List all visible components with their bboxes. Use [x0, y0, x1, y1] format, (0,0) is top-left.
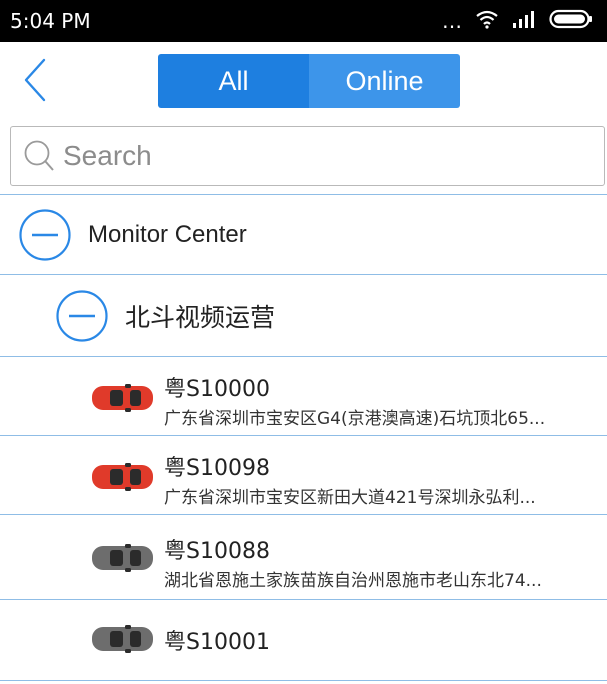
vehicle-address: 广东省深圳市宝安区G4(京港澳高速)石坑顶北65... — [164, 409, 546, 429]
root-node-label: Monitor Center — [88, 221, 247, 248]
vehicle-address: 湖北省恩施土家族苗族自治州恩施市老山东北74... — [164, 571, 542, 591]
divider — [0, 194, 607, 195]
vehicle-address: 广东省深圳市宝安区新田大道421号深圳永弘利... — [164, 488, 536, 508]
divider — [0, 680, 607, 681]
collapse-icon[interactable] — [55, 289, 109, 343]
back-button[interactable] — [22, 56, 62, 104]
filter-segmented-control: All Online — [158, 54, 460, 108]
car-icon — [92, 463, 153, 491]
collapse-icon[interactable] — [18, 208, 72, 262]
chevron-left-icon — [24, 58, 46, 102]
search-placeholder: Search — [63, 140, 152, 171]
search-input[interactable]: Search — [10, 126, 605, 186]
vehicle-plate: 粤S10098 — [164, 456, 270, 481]
search-icon — [24, 140, 54, 171]
vehicle-plate: 粤S10000 — [164, 377, 270, 402]
divider — [0, 274, 607, 275]
tree-node-group[interactable]: 北斗视频运营 — [0, 276, 607, 356]
car-icon — [92, 544, 153, 572]
car-icon — [92, 384, 153, 412]
dots-icon: … — [442, 9, 463, 33]
tab-all[interactable]: All — [158, 54, 309, 108]
vehicle-row[interactable]: 粤S10088 湖北省恩施土家族苗族自治州恩施市老山东北74... — [0, 515, 607, 599]
group-node-label: 北斗视频运营 — [125, 304, 276, 332]
vehicle-plate: 粤S10001 — [164, 630, 270, 655]
tree-node-root[interactable]: Monitor Center — [0, 196, 607, 274]
signal-icon — [511, 9, 537, 33]
tab-online[interactable]: Online — [309, 54, 460, 108]
car-icon — [92, 625, 153, 653]
battery-icon — [549, 8, 593, 34]
nav-bar: All Online — [0, 42, 607, 118]
vehicle-row[interactable]: 粤S10098 广东省深圳市宝安区新田大道421号深圳永弘利... — [0, 436, 607, 514]
vehicle-plate: 粤S10088 — [164, 539, 270, 564]
status-time: 5:04 PM — [10, 9, 91, 33]
status-bar: 5:04 PM … — [0, 0, 607, 42]
wifi-icon — [475, 9, 499, 33]
vehicle-row[interactable]: 粤S10001 — [0, 600, 607, 678]
status-icons: … — [442, 8, 593, 34]
vehicle-row[interactable]: 粤S10000 广东省深圳市宝安区G4(京港澳高速)石坑顶北65... — [0, 357, 607, 435]
